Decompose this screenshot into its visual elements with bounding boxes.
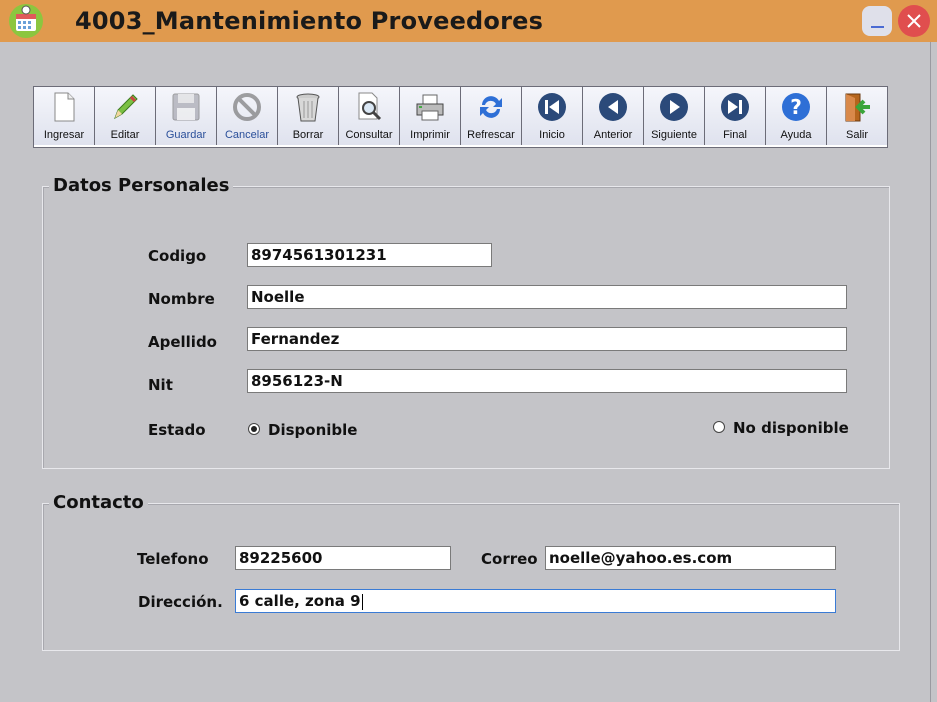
borrar-button[interactable]: Borrar <box>278 87 339 145</box>
consultar-button[interactable]: Consultar <box>339 87 400 145</box>
anterior-button[interactable]: Anterior <box>583 87 644 145</box>
ingresar-button[interactable]: Ingresar <box>34 87 95 145</box>
contacto-title: Contacto <box>49 492 148 513</box>
calendar-app-icon <box>9 4 43 38</box>
siguiente-button[interactable]: Siguiente <box>644 87 705 145</box>
guardar-button[interactable]: Guardar <box>156 87 217 145</box>
title-bar: 4003_Mantenimiento Proveedores <box>0 0 937 42</box>
close-icon <box>907 14 921 28</box>
correo-field[interactable]: noelle@yahoo.es.com <box>545 546 836 570</box>
editar-label: Editar <box>110 129 140 141</box>
cancelar-button[interactable]: Cancelar <box>217 87 278 145</box>
pencil-icon <box>114 94 138 120</box>
guardar-label: Guardar <box>165 129 207 141</box>
apellido-field[interactable]: Fernandez <box>247 327 847 351</box>
first-record-icon <box>538 93 566 121</box>
no-disponible-radio[interactable] <box>713 421 725 433</box>
cancelar-label: Cancelar <box>224 129 270 141</box>
text-caret <box>361 593 363 610</box>
apellido-label: Apellido <box>148 333 217 351</box>
refresh-icon <box>480 96 502 118</box>
new-document-icon <box>54 92 75 122</box>
imprimir-label: Imprimir <box>410 129 450 141</box>
refrescar-label: Refrescar <box>467 129 515 141</box>
inicio-label: Inicio <box>539 129 565 141</box>
disponible-radio[interactable] <box>248 423 260 435</box>
nombre-label: Nombre <box>148 290 215 308</box>
previous-record-icon <box>599 93 627 121</box>
window-title: 4003_Mantenimiento Proveedores <box>75 7 544 35</box>
borrar-label: Borrar <box>292 129 324 141</box>
last-record-icon <box>721 93 749 121</box>
final-label: Final <box>723 129 747 141</box>
direccion-value: 6 calle, zona 9 <box>239 592 361 610</box>
codigo-field[interactable]: 8974561301231 <box>247 243 492 267</box>
cancel-icon <box>233 93 261 121</box>
ayuda-label: Ayuda <box>780 129 812 141</box>
help-icon: ? <box>782 93 810 121</box>
codigo-label: Codigo <box>148 247 207 265</box>
svg-text:?: ? <box>790 95 802 119</box>
nit-field[interactable]: 8956123-N <box>247 369 847 393</box>
printer-icon <box>416 94 444 121</box>
salir-button[interactable]: Salir <box>827 87 887 145</box>
salir-label: Salir <box>845 129 868 141</box>
siguiente-label: Siguiente <box>651 129 697 141</box>
datos-personales-title: Datos Personales <box>49 175 234 196</box>
trash-icon <box>296 93 320 122</box>
refrescar-button[interactable]: Refrescar <box>461 87 522 145</box>
telefono-field[interactable]: 89225600 <box>235 546 451 570</box>
toolbar: Ingresar Editar Guardar Cancelar Borrar … <box>33 86 888 148</box>
close-button[interactable] <box>898 5 930 37</box>
estado-label: Estado <box>148 421 206 439</box>
editar-button[interactable]: Editar <box>95 87 156 145</box>
minimize-icon <box>871 26 884 28</box>
ingresar-label: Ingresar <box>43 129 85 141</box>
minimize-button[interactable] <box>862 6 892 36</box>
exit-door-icon <box>845 93 870 122</box>
nombre-field[interactable]: Noelle <box>247 285 847 309</box>
correo-label: Correo <box>481 550 538 568</box>
ayuda-button[interactable]: ? Ayuda <box>766 87 827 145</box>
disponible-label[interactable]: Disponible <box>268 421 357 439</box>
no-disponible-label[interactable]: No disponible <box>733 419 849 437</box>
final-button[interactable]: Final <box>705 87 766 145</box>
direccion-field[interactable]: 6 calle, zona 9 <box>235 589 836 613</box>
nit-label: Nit <box>148 376 173 394</box>
search-document-icon <box>358 92 382 121</box>
contacto-group <box>42 503 900 651</box>
imprimir-button[interactable]: Imprimir <box>400 87 461 145</box>
anterior-label: Anterior <box>593 129 633 141</box>
telefono-label: Telefono <box>137 550 209 568</box>
consultar-label: Consultar <box>345 129 393 141</box>
next-record-icon <box>660 93 688 121</box>
inicio-button[interactable]: Inicio <box>522 87 583 145</box>
floppy-disk-icon <box>172 93 200 121</box>
window-border <box>930 42 931 702</box>
direccion-label: Dirección. <box>138 593 223 611</box>
